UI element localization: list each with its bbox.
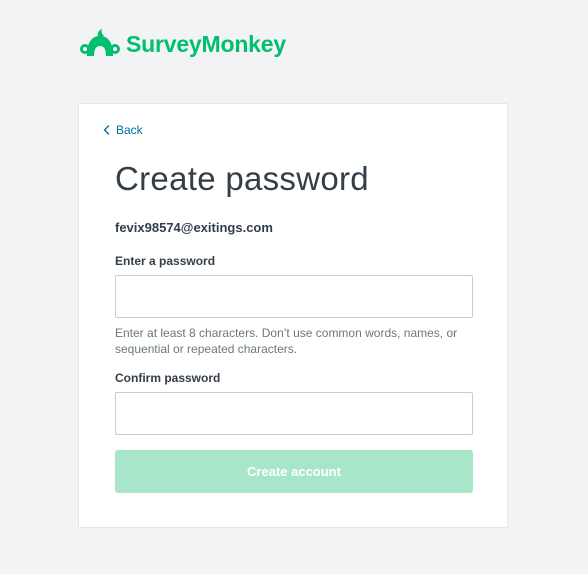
account-email: fevix98574@exitings.com bbox=[115, 220, 273, 235]
password-input[interactable] bbox=[115, 275, 473, 318]
password-hint: Enter at least 8 characters. Don’t use c… bbox=[115, 326, 458, 356]
create-account-button[interactable]: Create account bbox=[115, 450, 473, 493]
page-title: Create password bbox=[115, 160, 369, 197]
chevron-left-icon bbox=[103, 125, 110, 135]
create-password-card: Back Create password fevix98574@exitings… bbox=[78, 103, 508, 528]
surveymonkey-logo[interactable]: SurveyMonkey bbox=[78, 26, 286, 62]
brand-name: SurveyMonkey bbox=[126, 31, 286, 57]
back-label: Back bbox=[116, 123, 143, 137]
confirm-password-input[interactable] bbox=[115, 392, 473, 435]
back-link[interactable]: Back bbox=[103, 123, 143, 137]
password-label: Enter a password bbox=[115, 254, 216, 268]
confirm-password-label: Confirm password bbox=[115, 371, 221, 385]
surveymonkey-logo-icon bbox=[80, 29, 120, 56]
